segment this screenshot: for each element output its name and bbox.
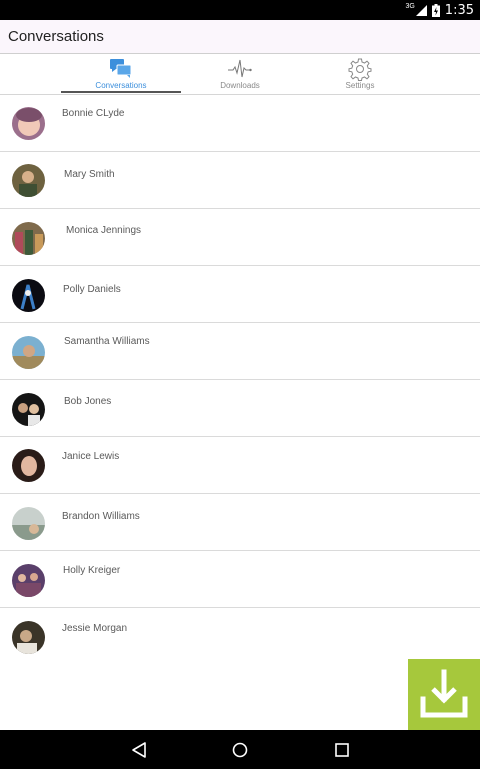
tab-label: Conversations <box>95 81 147 90</box>
contact-name: Jessie Morgan <box>62 623 128 634</box>
clock: 1:35 <box>444 2 474 18</box>
avatar <box>12 336 45 369</box>
avatar <box>12 222 45 255</box>
avatar <box>12 507 45 540</box>
chat-bubbles-icon <box>110 59 132 78</box>
network-type-label: 3G <box>405 2 415 10</box>
list-item[interactable]: Samantha Williams <box>0 323 480 380</box>
avatar <box>12 564 45 597</box>
contact-name: Bob Jones <box>64 396 112 407</box>
contact-name: Samantha Williams <box>64 336 150 347</box>
contact-name: Holly Kreiger <box>63 565 121 576</box>
contact-name: Polly Daniels <box>63 284 121 295</box>
battery-icon <box>431 3 440 17</box>
gear-icon <box>348 58 372 81</box>
page-title: Conversations <box>8 28 104 45</box>
list-item[interactable]: Bonnie CLyde <box>0 95 480 152</box>
contact-name: Janice Lewis <box>62 451 120 462</box>
home-icon <box>232 742 248 758</box>
recents-icon <box>335 743 349 757</box>
list-item[interactable]: Monica Jennings <box>0 209 480 266</box>
tab-settings[interactable]: Settings <box>300 55 420 95</box>
avatar <box>12 449 45 482</box>
download-icon <box>420 669 468 718</box>
app-bar: Conversations <box>0 20 480 54</box>
list-item[interactable]: Janice Lewis <box>0 437 480 494</box>
home-button[interactable] <box>230 740 250 760</box>
pulse-icon <box>228 59 252 78</box>
list-item[interactable]: Mary Smith <box>0 152 480 209</box>
status-bar: 3G 1:35 <box>0 0 480 20</box>
contact-name: Mary Smith <box>64 169 115 180</box>
contact-name: Bonnie CLyde <box>62 108 125 119</box>
tab-downloads[interactable]: Downloads <box>180 55 300 95</box>
avatar <box>12 164 45 197</box>
avatar <box>12 621 45 654</box>
avatar <box>12 393 45 426</box>
active-tab-indicator <box>61 91 181 93</box>
tab-label: Settings <box>345 81 375 90</box>
contact-name: Monica Jennings <box>66 225 142 236</box>
tab-label: Downloads <box>220 81 260 90</box>
list-item[interactable]: Holly Kreiger <box>0 551 480 608</box>
tab-bar: Conversations Downloads Settings <box>0 55 480 95</box>
recents-button[interactable] <box>332 740 352 760</box>
back-icon <box>132 742 146 758</box>
list-item[interactable]: Jessie Morgan <box>0 608 480 665</box>
contact-name: Brandon Williams <box>62 511 140 522</box>
screen: 3G 1:35 Conversations Conversations Down… <box>0 0 480 769</box>
list-item[interactable]: Brandon Williams <box>0 494 480 551</box>
status-icons: 3G 1:35 <box>405 2 474 18</box>
signal-icon <box>415 4 427 16</box>
list-item[interactable]: Bob Jones <box>0 380 480 437</box>
avatar <box>12 279 45 312</box>
list-item[interactable]: Polly Daniels <box>0 266 480 323</box>
download-button[interactable] <box>408 659 480 730</box>
tab-conversations[interactable]: Conversations <box>61 55 181 95</box>
back-button[interactable] <box>129 740 149 760</box>
avatar <box>12 107 45 140</box>
navigation-bar <box>0 730 480 769</box>
conversation-list: Bonnie CLyde Mary Smith Monica Jennings … <box>0 95 480 665</box>
